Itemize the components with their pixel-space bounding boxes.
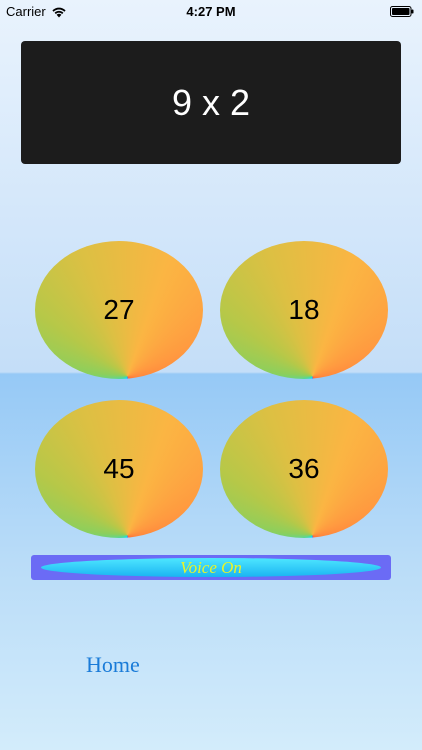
answer-label: 27	[103, 294, 135, 325]
answer-button-2[interactable]: 18	[220, 241, 388, 379]
voice-toggle-button[interactable]: Voice On	[31, 555, 391, 580]
status-time: 4:27 PM	[186, 4, 236, 19]
status-bar: Carrier 4:27 PM	[0, 0, 422, 22]
voice-button-label: Voice On	[180, 557, 242, 577]
answer-label: 18	[288, 294, 320, 325]
answer-button-1[interactable]: 27	[35, 241, 203, 379]
answer-label: 45	[103, 453, 135, 484]
voice-button-oval: Voice On	[41, 558, 381, 577]
question-panel: 9 x 2	[21, 41, 401, 164]
answer-label: 36	[288, 453, 320, 484]
answer-button-4[interactable]: 36	[220, 400, 388, 538]
home-link[interactable]: Home	[86, 652, 140, 678]
battery-icon	[390, 5, 414, 17]
question-text: 9 x 2	[171, 81, 251, 123]
answer-button-3[interactable]: 45	[35, 400, 203, 538]
